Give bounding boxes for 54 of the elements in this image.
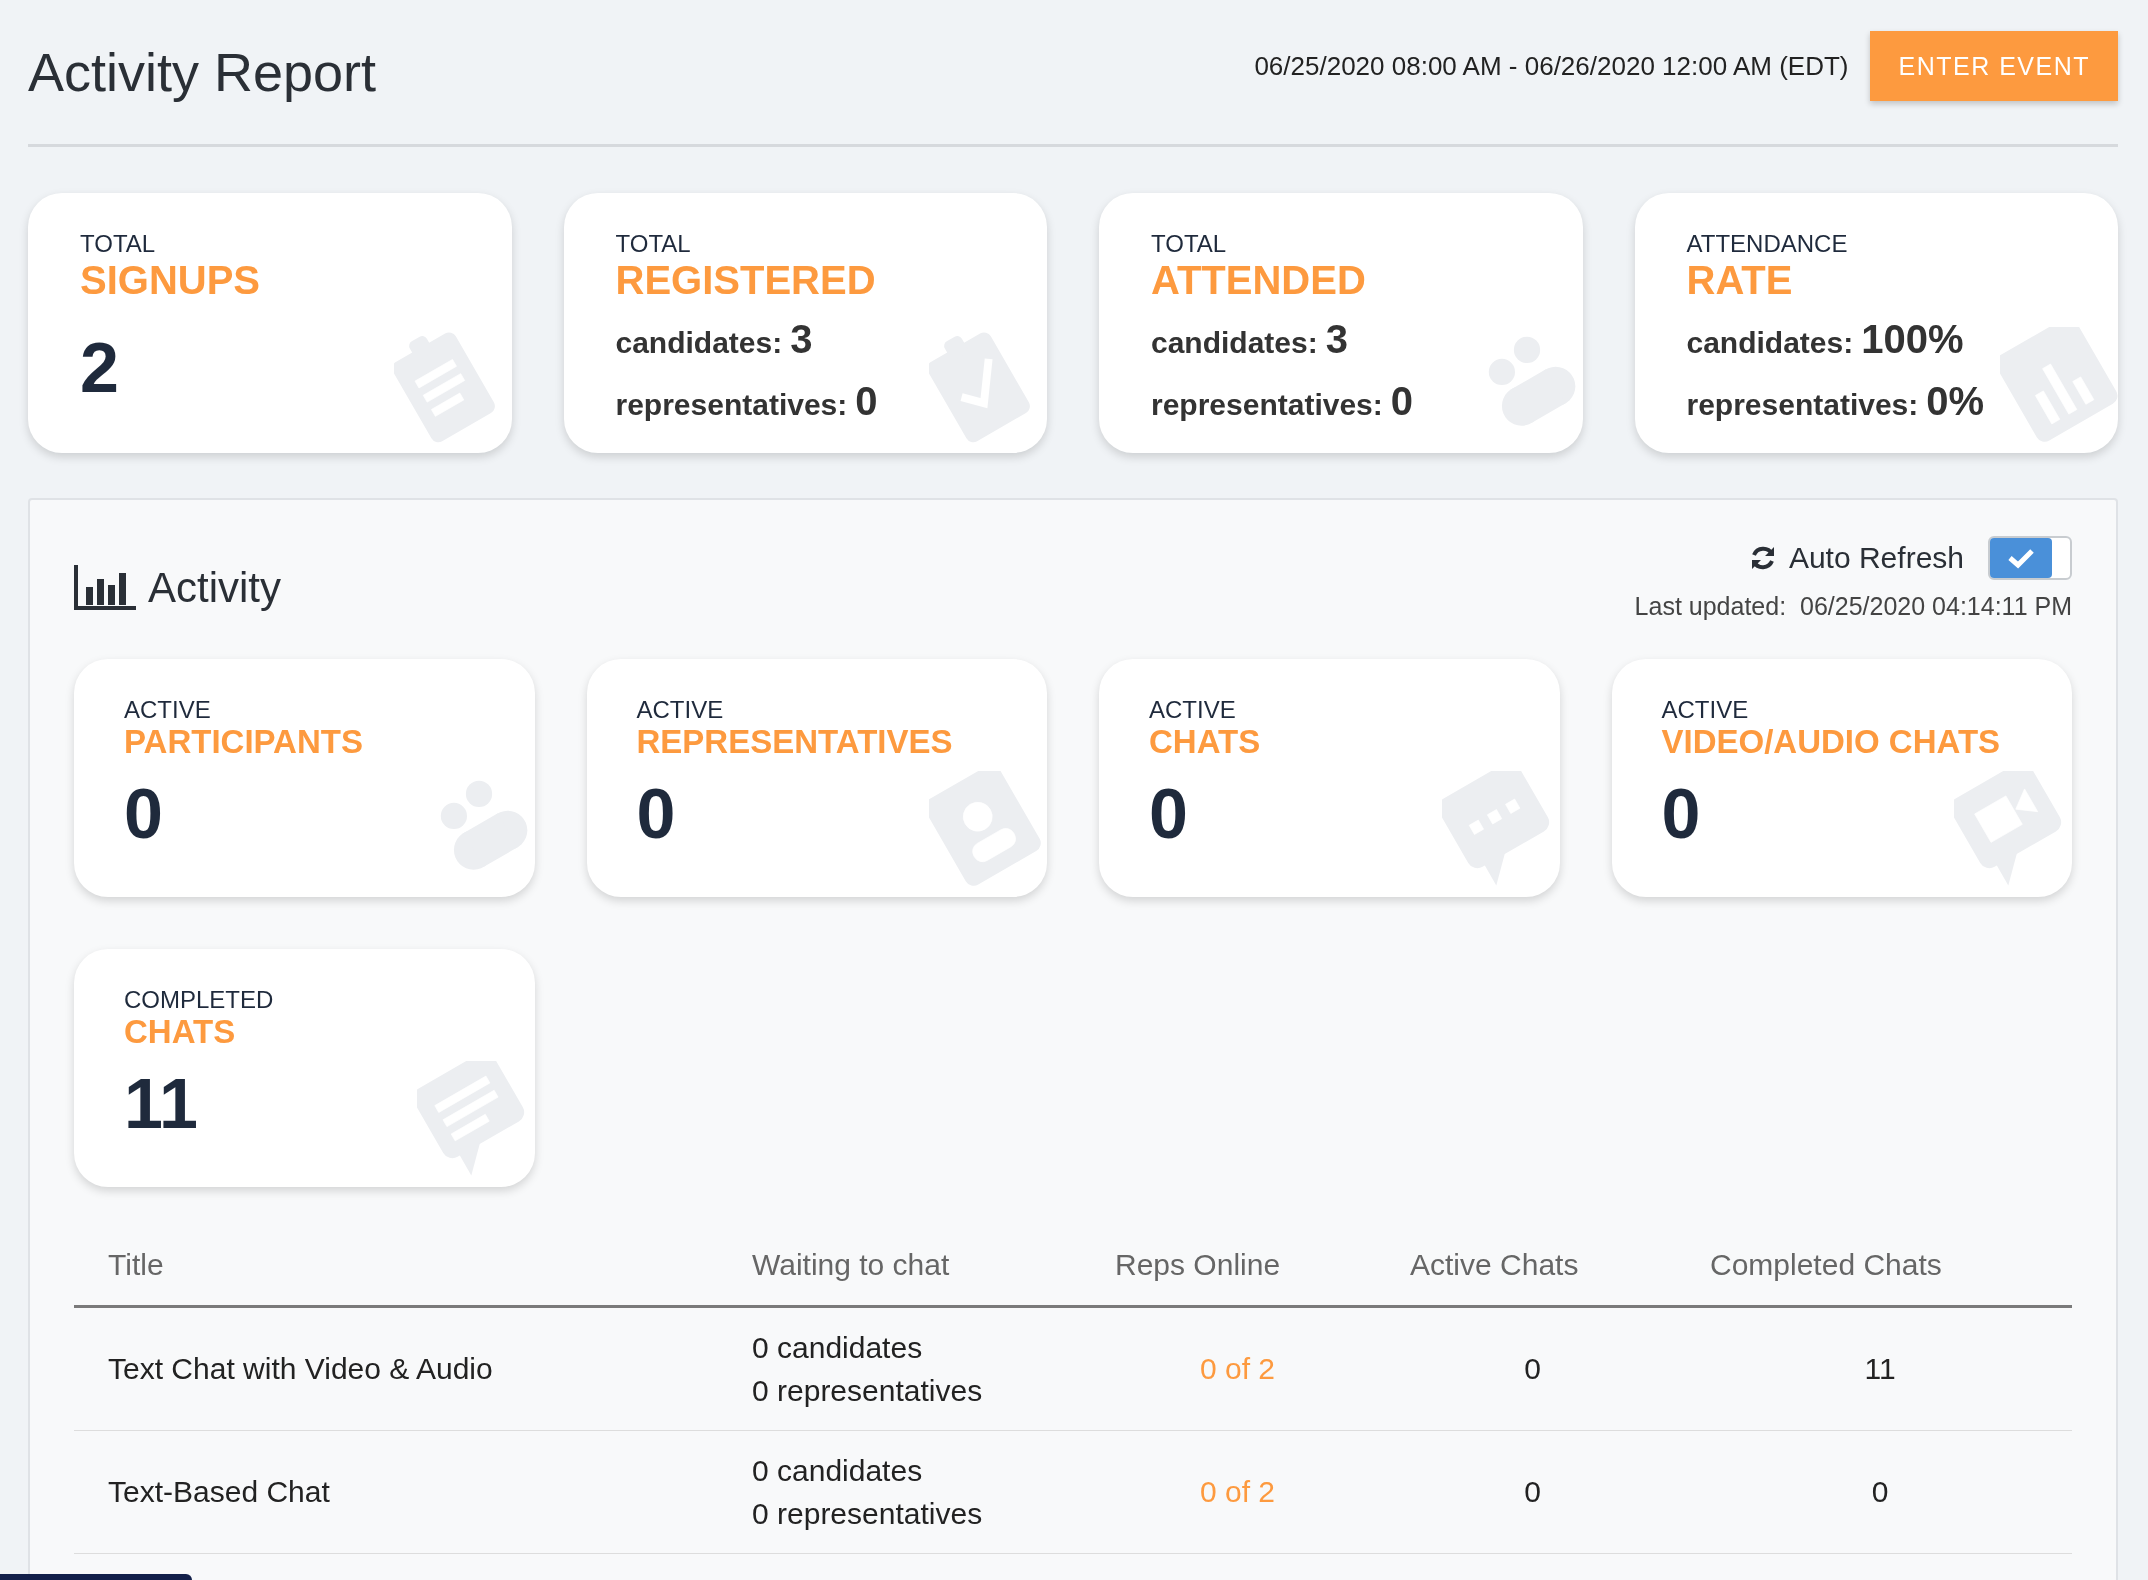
table-cell-text: 0 of 2 xyxy=(1198,1351,1277,1388)
table-cell-text: 0 xyxy=(1523,1474,1542,1511)
page-title: Activity Report xyxy=(28,41,377,103)
auto-refresh-toggle[interactable] xyxy=(1988,536,2072,580)
card-caption: ATTENDANCE xyxy=(1686,231,1849,258)
stat-line: representatives: 0% xyxy=(1686,378,1986,426)
section-title: Activity xyxy=(148,564,281,612)
column-header: Active Chats xyxy=(1409,1248,1580,1282)
date-range: 06/25/2020 08:00 AM - 06/26/2020 12:00 AM (EDT) xyxy=(1254,50,1849,82)
card-title: VIDEO/AUDIO CHATS xyxy=(1661,723,2002,762)
card-title: RATE xyxy=(1686,257,1794,304)
column-header: Reps Online xyxy=(1114,1248,1282,1282)
stat-line: candidates: 3 xyxy=(1151,316,1349,364)
column-header: Completed Chats xyxy=(1709,1248,1943,1282)
bar-chart-icon xyxy=(74,565,136,611)
table-cell-text: Text-Based Chat xyxy=(107,1474,331,1511)
column-header: Title xyxy=(107,1248,165,1282)
table-cell-text: Text Chat with Video & Audio xyxy=(107,1351,494,1388)
card-value: 2 xyxy=(80,333,120,404)
card-caption: COMPLETED xyxy=(124,987,275,1014)
card-title: PARTICIPANTS xyxy=(124,723,364,762)
table-cell-text: 0 xyxy=(1523,1351,1542,1388)
card-value: 0 xyxy=(124,779,164,850)
card-title: SIGNUPS xyxy=(80,257,262,304)
card-title: ATTENDED xyxy=(1151,257,1367,304)
card-caption: ACTIVE xyxy=(1149,697,1237,724)
enter-event-button[interactable]: ENTER EVENT xyxy=(1870,31,2118,101)
column-header: Waiting to chat xyxy=(751,1248,951,1282)
check-icon xyxy=(2007,547,2035,569)
stat-line: representatives: 0 xyxy=(1151,378,1415,426)
last-updated: Last updated: 06/25/2020 04:14:11 PM xyxy=(1634,592,2072,621)
stat-line: candidates: 3 xyxy=(615,316,814,364)
card-value: 0 xyxy=(1149,779,1189,850)
auto-refresh-label: Auto Refresh xyxy=(1788,541,1964,575)
card-caption: TOTAL xyxy=(615,231,692,258)
stat-line: candidates: 100% xyxy=(1686,316,1965,364)
card-title: CHATS xyxy=(1149,723,1262,762)
table-cell-text: 0 candidates 0 representatives xyxy=(751,1452,984,1532)
card-caption: ACTIVE xyxy=(1661,697,1750,724)
card-caption: ACTIVE xyxy=(124,697,212,724)
card-caption: TOTAL xyxy=(80,231,157,258)
card-title: REPRESENTATIVES xyxy=(636,723,954,762)
card-value: 0 xyxy=(636,779,677,850)
table-cell-text: 0 candidates 0 representatives xyxy=(751,1329,984,1409)
card-caption: TOTAL xyxy=(1151,231,1228,258)
table-cell-text: 0 of 2 xyxy=(1198,1474,1277,1511)
table-cell-text: 0 xyxy=(1870,1474,1890,1511)
card-value: 11 xyxy=(124,1069,199,1140)
stat-line: representatives: 0 xyxy=(615,378,879,426)
card-title: CHATS xyxy=(124,1013,237,1052)
card-title: REGISTERED xyxy=(615,257,877,304)
table-cell-text: 11 xyxy=(1863,1351,1897,1388)
card-value: 0 xyxy=(1661,779,1702,850)
card-caption: ACTIVE xyxy=(636,697,725,724)
